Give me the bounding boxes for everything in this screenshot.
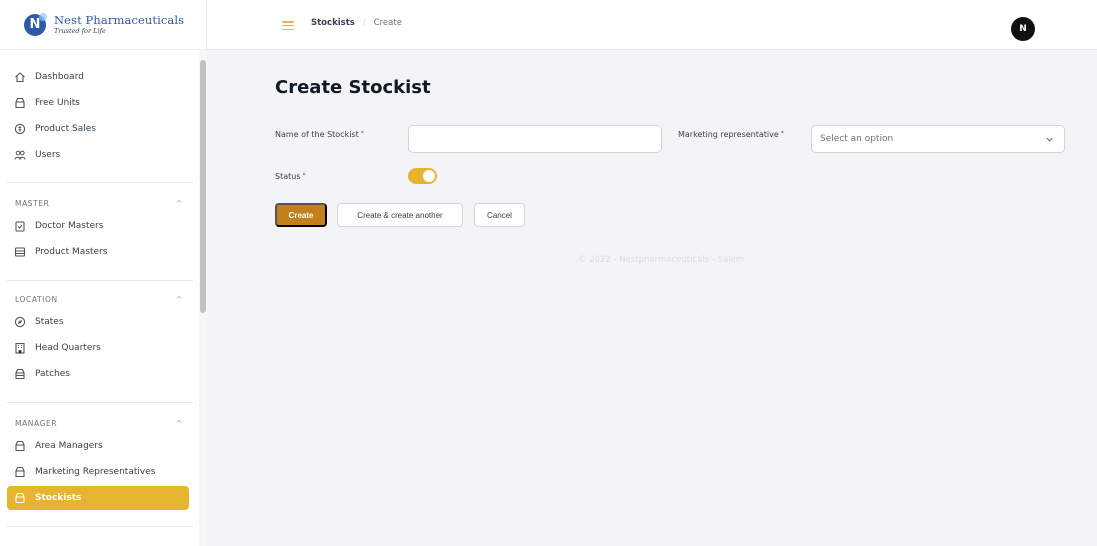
stockist-name-input[interactable] (408, 125, 662, 153)
sidebar-scrollbar-thumb[interactable] (200, 60, 206, 313)
menu-icon[interactable] (282, 21, 294, 31)
breadcrumb-create: Create (373, 18, 402, 28)
create-another-button[interactable]: Create & create another (337, 203, 463, 227)
sidebar-item-product-sales[interactable]: Product Sales (7, 117, 189, 141)
create-button[interactable]: Create (275, 203, 327, 227)
sidebar-scrollbar[interactable] (199, 50, 207, 546)
page-title: Create Stockist (275, 77, 431, 98)
section-manager-header[interactable]: MANAGER ^ (15, 419, 183, 428)
box-icon (14, 97, 26, 109)
chevron-up-icon[interactable]: ^ (176, 199, 183, 208)
sidebar-item-product-masters[interactable]: Product Masters (7, 240, 189, 264)
home-icon (14, 71, 26, 83)
sidebar-item-states[interactable]: States (7, 310, 189, 334)
status-field-label: Status * (275, 172, 306, 181)
users-icon (14, 149, 26, 161)
sidebar-item-doctor-masters[interactable]: Doctor Masters (7, 214, 189, 238)
sidebar-divider (7, 182, 193, 183)
brand[interactable]: N Nest Pharmaceuticals Trusted for Life (0, 0, 206, 50)
table-icon (14, 246, 26, 258)
sidebar-divider (7, 402, 193, 403)
sidebar-divider (7, 526, 193, 527)
compass-icon (14, 316, 26, 328)
sidebar-item-head-quarters[interactable]: Head Quarters (7, 336, 189, 360)
box-icon (14, 492, 26, 504)
sidebar-item-dashboard[interactable]: Dashboard (7, 65, 189, 89)
rep-field-label: Marketing representative * (678, 130, 784, 139)
name-field-label: Name of the Stockist * (275, 130, 364, 139)
breadcrumb-stockists[interactable]: Stockists (311, 18, 355, 28)
building-icon (14, 342, 26, 354)
breadcrumb-separator: / (362, 18, 366, 28)
box-icon (14, 440, 26, 452)
top-bar: Stockists / Create N (207, 0, 1097, 50)
breadcrumb: Stockists / Create (311, 18, 402, 28)
status-toggle[interactable] (408, 168, 437, 184)
toggle-knob (423, 170, 435, 182)
box-icon (14, 466, 26, 478)
box-icon (14, 368, 26, 380)
sidebar: N Nest Pharmaceuticals Trusted for Life … (0, 0, 207, 546)
footer-copyright: © 2022 - Nestpharmaceuticals - Salem (578, 255, 745, 265)
sidebar-item-stockists[interactable]: Stockists (7, 486, 189, 510)
section-master-header[interactable]: MASTER ^ (15, 199, 183, 208)
avatar[interactable]: N (1011, 17, 1035, 41)
sidebar-item-marketing-representatives[interactable]: Marketing Representatives (7, 460, 189, 484)
sidebar-item-free-units[interactable]: Free Units (7, 91, 189, 115)
chevron-up-icon[interactable]: ^ (176, 419, 183, 428)
marketing-rep-select[interactable]: Select an option (811, 125, 1065, 153)
chevron-down-icon (1045, 135, 1054, 144)
brand-name: Nest Pharmaceuticals (54, 12, 185, 27)
sidebar-item-area-managers[interactable]: Area Managers (7, 434, 189, 458)
sidebar-item-users[interactable]: Users (7, 143, 189, 167)
brand-tagline: Trusted for Life (54, 27, 106, 35)
section-location-header[interactable]: LOCATION ^ (15, 295, 183, 304)
select-placeholder: Select an option (820, 134, 894, 144)
sidebar-item-patches[interactable]: Patches (7, 362, 189, 386)
chevron-up-icon[interactable]: ^ (176, 295, 183, 304)
coin-icon (14, 123, 26, 135)
clipboard-icon (14, 220, 26, 232)
logo-icon: N (24, 12, 47, 36)
sidebar-divider (7, 280, 193, 281)
cancel-button[interactable]: Cancel (474, 203, 525, 227)
